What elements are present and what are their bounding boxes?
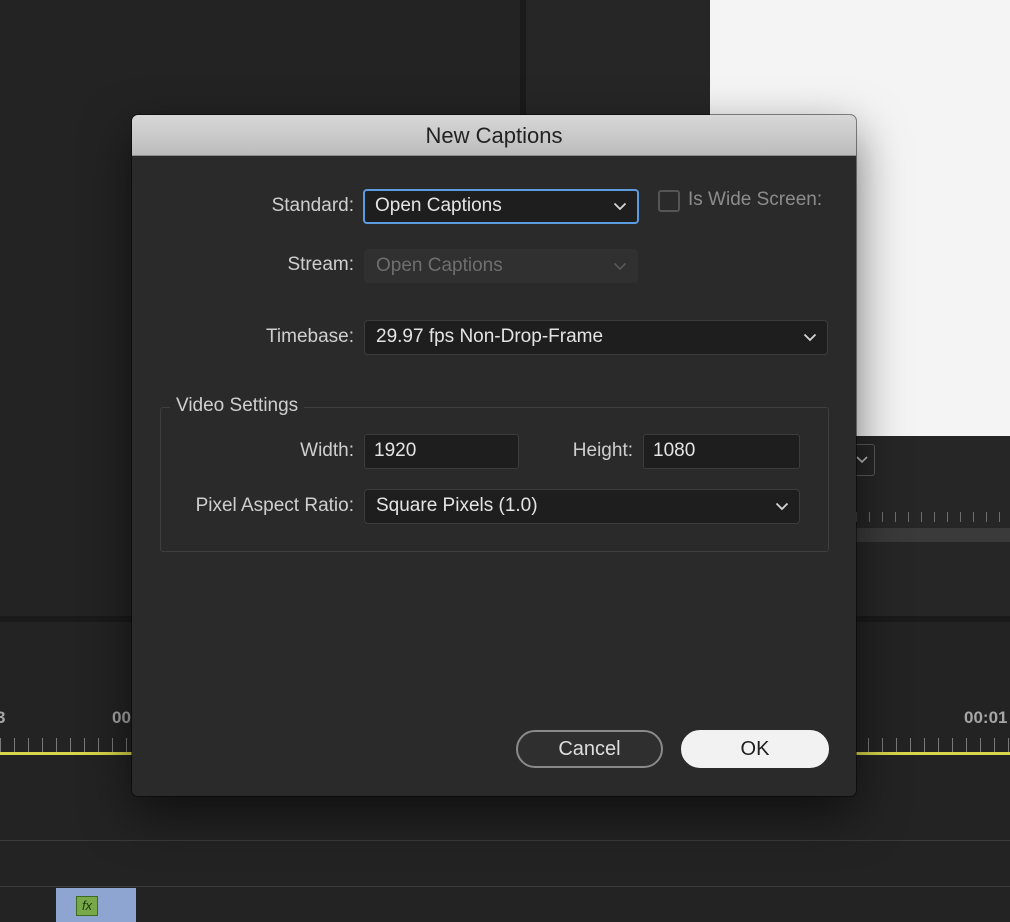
pixel-aspect-ratio-dropdown[interactable]: Square Pixels (1.0) [364,489,800,524]
monitor-ruler [856,512,1010,522]
timeline-timecode-left: 3 [0,708,6,727]
chevron-down-icon [856,456,868,464]
timebase-value: 29.97 fps Non-Drop-Frame [376,326,604,347]
standard-dropdown[interactable]: Open Captions [363,189,639,224]
pixel-aspect-ratio-value: Square Pixels (1.0) [376,495,538,516]
ok-button[interactable]: OK [681,730,829,768]
new-captions-dialog: New Captions Standard: Open Captions Is … [132,115,856,796]
width-field[interactable]: 1920 [364,434,519,469]
timeline-timecode-mid: 00 [112,708,131,727]
monitor-scroll-bar[interactable] [856,528,1010,542]
timeline-clip[interactable]: fx [56,888,136,922]
height-label: Height: [572,440,633,461]
timebase-label: Timebase: [266,326,354,347]
pixel-aspect-ratio-label: Pixel Aspect Ratio: [195,495,354,516]
dialog-title: New Captions [132,115,856,156]
width-label: Width: [300,440,354,461]
video-settings-group [160,407,829,552]
track-divider [0,886,1010,887]
standard-value: Open Captions [375,195,502,216]
video-settings-title: Video Settings [170,395,305,417]
stream-value: Open Captions [376,255,503,276]
wide-screen-checkbox[interactable] [658,190,680,212]
standard-label: Standard: [271,195,354,216]
cancel-button[interactable]: Cancel [516,730,663,768]
track-divider [0,840,1010,841]
chevron-down-icon [775,490,789,523]
height-field[interactable]: 1080 [643,434,800,469]
timeline-timecode-right: 00:01 [964,708,1008,727]
wide-screen-label: Is Wide Screen: [688,189,823,210]
stream-label: Stream: [287,254,354,275]
chevron-down-icon [613,250,627,282]
chevron-down-icon [803,321,817,354]
stream-dropdown[interactable]: Open Captions [364,249,638,283]
timebase-dropdown[interactable]: 29.97 fps Non-Drop-Frame [364,320,828,355]
fx-badge-icon: fx [76,896,98,916]
chevron-down-icon [613,191,627,222]
